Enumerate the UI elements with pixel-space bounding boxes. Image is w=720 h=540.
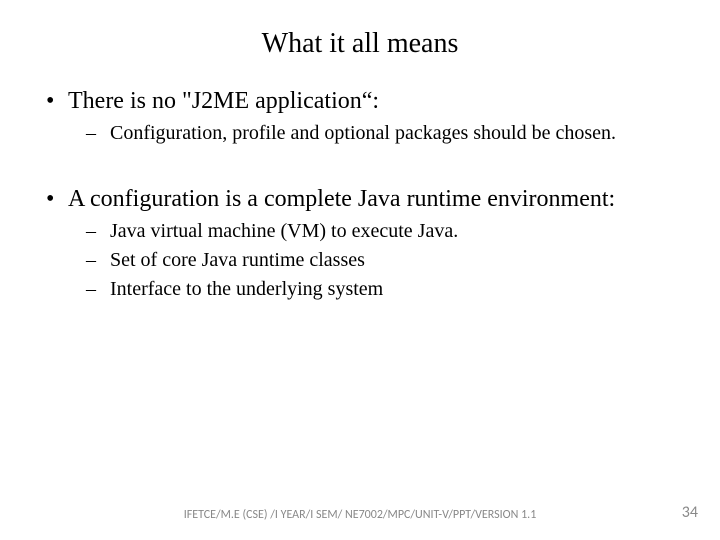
slide-title: What it all means [0,28,720,60]
dash-marker: – [86,121,110,146]
bullet-text: A configuration is a complete Java runti… [68,186,615,213]
dash-marker: – [86,219,110,244]
dash-marker: – [86,277,110,302]
bullet-text: Set of core Java runtime classes [110,248,365,273]
bullet-text: There is no "J2ME application“: [68,88,379,115]
bullet-level2: – Interface to the underlying system [86,277,680,302]
bullet-text: Configuration, profile and optional pack… [110,121,616,146]
dash-marker: – [86,248,110,273]
bullet-level1: • A configuration is a complete Java run… [40,186,680,213]
bullet-text: Java virtual machine (VM) to execute Jav… [110,219,458,244]
page-number: 34 [682,503,698,522]
bullet-level2: – Configuration, profile and optional pa… [86,121,680,146]
bullet-level2: – Java virtual machine (VM) to execute J… [86,219,680,244]
slide-body: • There is no "J2ME application“: – Conf… [0,88,720,302]
bullet-marker: • [40,186,68,213]
footer-text: IFETCE/M.E (CSE) /I YEAR/I SEM/ NE7002/M… [184,508,537,522]
bullet-marker: • [40,88,68,115]
bullet-text: Interface to the underlying system [110,277,383,302]
bullet-level2: – Set of core Java runtime classes [86,248,680,273]
bullet-level1: • There is no "J2ME application“: [40,88,680,115]
